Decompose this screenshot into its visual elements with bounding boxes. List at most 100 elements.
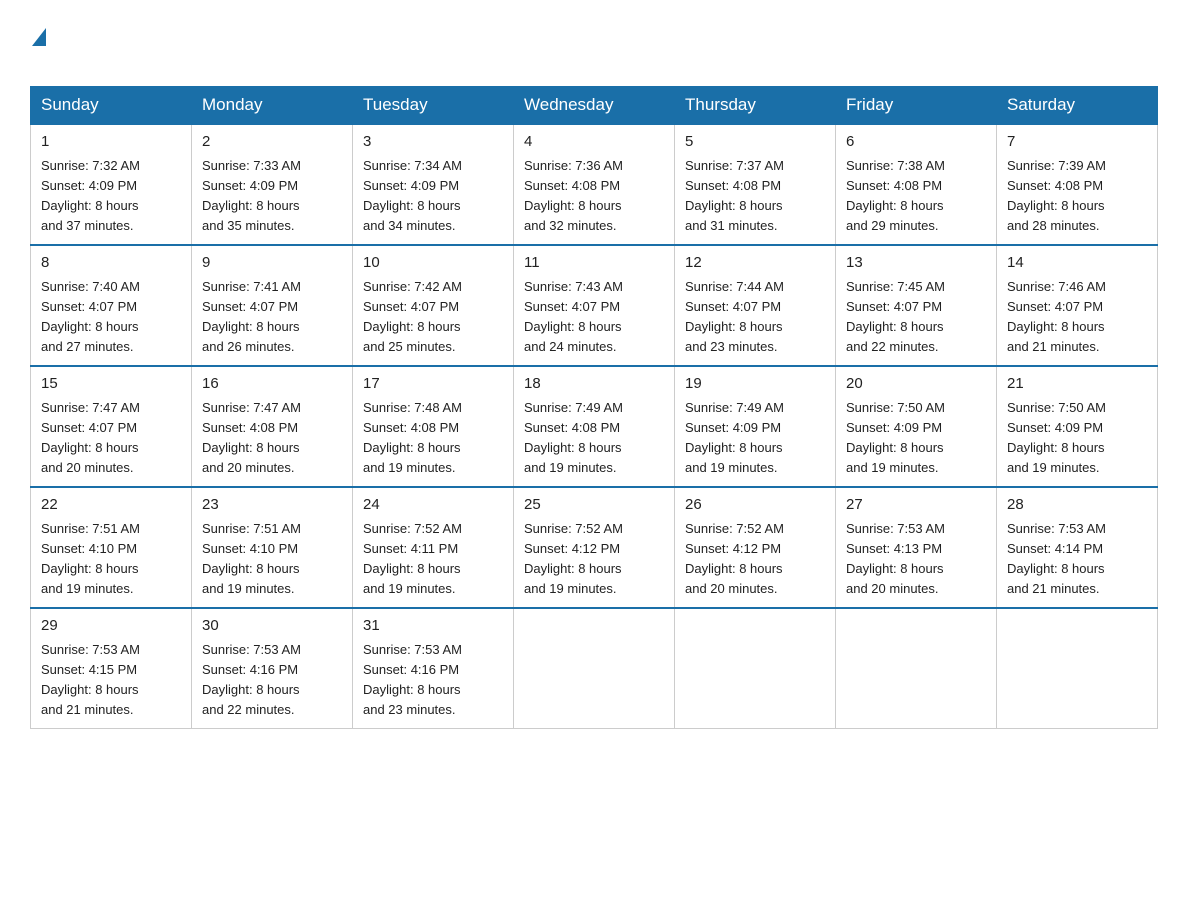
day-number: 2: [202, 131, 342, 154]
day-info: Sunrise: 7:53 AMSunset: 4:16 PMDaylight:…: [202, 642, 301, 717]
day-cell: 11 Sunrise: 7:43 AMSunset: 4:07 PMDayligh…: [514, 245, 675, 366]
day-cell: 3Sunrise: 7:34 AMSunset: 4:09 PMDaylight…: [353, 124, 514, 245]
day-info: Sunrise: 7:50 AMSunset: 4:09 PMDaylight:…: [846, 400, 945, 475]
day-info: Sunrise: 7:33 AMSunset: 4:09 PMDaylight:…: [202, 158, 301, 233]
day-cell: 15 Sunrise: 7:47 AMSunset: 4:07 PMDayligh…: [31, 366, 192, 487]
day-cell: [675, 608, 836, 729]
day-cell: 22 Sunrise: 7:51 AMSunset: 4:10 PMDayligh…: [31, 487, 192, 608]
day-cell: 7 Sunrise: 7:39 AMSunset: 4:08 PMDaylight…: [997, 124, 1158, 245]
day-number: 18: [524, 373, 664, 396]
day-number: 25: [524, 494, 664, 517]
day-cell: [514, 608, 675, 729]
day-number: 29: [41, 615, 181, 638]
day-number: 11: [524, 252, 664, 275]
day-info: Sunrise: 7:42 AMSunset: 4:07 PMDaylight:…: [363, 279, 462, 354]
day-cell: 25 Sunrise: 7:52 AMSunset: 4:12 PMDayligh…: [514, 487, 675, 608]
day-number: 4: [524, 131, 664, 154]
day-number: 19: [685, 373, 825, 396]
day-cell: 10 Sunrise: 7:42 AMSunset: 4:07 PMDayligh…: [353, 245, 514, 366]
day-info: Sunrise: 7:45 AMSunset: 4:07 PMDaylight:…: [846, 279, 945, 354]
day-number: 30: [202, 615, 342, 638]
day-info: Sunrise: 7:32 AMSunset: 4:09 PMDaylight:…: [41, 158, 140, 233]
logo-triangle-icon: [32, 28, 46, 46]
day-info: Sunrise: 7:47 AMSunset: 4:08 PMDaylight:…: [202, 400, 301, 475]
day-info: Sunrise: 7:52 AMSunset: 4:12 PMDaylight:…: [524, 521, 623, 596]
page-header: [30, 20, 1158, 76]
day-cell: 8 Sunrise: 7:40 AMSunset: 4:07 PMDaylight…: [31, 245, 192, 366]
column-header-saturday: Saturday: [997, 87, 1158, 125]
day-info: Sunrise: 7:51 AMSunset: 4:10 PMDaylight:…: [41, 521, 140, 596]
day-info: Sunrise: 7:49 AMSunset: 4:08 PMDaylight:…: [524, 400, 623, 475]
day-cell: 18 Sunrise: 7:49 AMSunset: 4:08 PMDayligh…: [514, 366, 675, 487]
day-info: Sunrise: 7:40 AMSunset: 4:07 PMDaylight:…: [41, 279, 140, 354]
day-number: 13: [846, 252, 986, 275]
day-number: 7: [1007, 131, 1147, 154]
day-cell: 12 Sunrise: 7:44 AMSunset: 4:07 PMDayligh…: [675, 245, 836, 366]
day-number: 10: [363, 252, 503, 275]
day-cell: 16 Sunrise: 7:47 AMSunset: 4:08 PMDayligh…: [192, 366, 353, 487]
day-cell: 27 Sunrise: 7:53 AMSunset: 4:13 PMDayligh…: [836, 487, 997, 608]
day-cell: 6 Sunrise: 7:38 AMSunset: 4:08 PMDaylight…: [836, 124, 997, 245]
logo: [30, 20, 48, 76]
day-number: 24: [363, 494, 503, 517]
day-info: Sunrise: 7:47 AMSunset: 4:07 PMDaylight:…: [41, 400, 140, 475]
day-cell: 21 Sunrise: 7:50 AMSunset: 4:09 PMDayligh…: [997, 366, 1158, 487]
day-cell: 4 Sunrise: 7:36 AMSunset: 4:08 PMDaylight…: [514, 124, 675, 245]
day-cell: 26Sunrise: 7:52 AMSunset: 4:12 PMDayligh…: [675, 487, 836, 608]
column-header-tuesday: Tuesday: [353, 87, 514, 125]
day-cell: 30 Sunrise: 7:53 AMSunset: 4:16 PMDayligh…: [192, 608, 353, 729]
day-number: 26: [685, 494, 825, 517]
day-number: 17: [363, 373, 503, 396]
day-info: Sunrise: 7:41 AMSunset: 4:07 PMDaylight:…: [202, 279, 301, 354]
column-header-thursday: Thursday: [675, 87, 836, 125]
day-info: Sunrise: 7:37 AMSunset: 4:08 PMDaylight:…: [685, 158, 784, 233]
day-info: Sunrise: 7:34 AMSunset: 4:09 PMDaylight:…: [363, 158, 462, 233]
day-info: Sunrise: 7:43 AMSunset: 4:07 PMDaylight:…: [524, 279, 623, 354]
day-cell: 1 Sunrise: 7:32 AMSunset: 4:09 PMDaylight…: [31, 124, 192, 245]
day-info: Sunrise: 7:44 AMSunset: 4:07 PMDaylight:…: [685, 279, 784, 354]
day-number: 16: [202, 373, 342, 396]
day-cell: 28 Sunrise: 7:53 AMSunset: 4:14 PMDayligh…: [997, 487, 1158, 608]
day-info: Sunrise: 7:53 AMSunset: 4:14 PMDaylight:…: [1007, 521, 1106, 596]
day-number: 27: [846, 494, 986, 517]
day-number: 8: [41, 252, 181, 275]
day-info: Sunrise: 7:49 AMSunset: 4:09 PMDaylight:…: [685, 400, 784, 475]
day-number: 21: [1007, 373, 1147, 396]
day-info: Sunrise: 7:50 AMSunset: 4:09 PMDaylight:…: [1007, 400, 1106, 475]
day-info: Sunrise: 7:36 AMSunset: 4:08 PMDaylight:…: [524, 158, 623, 233]
day-number: 5: [685, 131, 825, 154]
day-number: 14: [1007, 252, 1147, 275]
day-number: 15: [41, 373, 181, 396]
day-cell: [997, 608, 1158, 729]
day-info: Sunrise: 7:52 AMSunset: 4:11 PMDaylight:…: [363, 521, 462, 596]
day-info: Sunrise: 7:53 AMSunset: 4:16 PMDaylight:…: [363, 642, 462, 717]
day-info: Sunrise: 7:51 AMSunset: 4:10 PMDaylight:…: [202, 521, 301, 596]
day-number: 31: [363, 615, 503, 638]
day-number: 20: [846, 373, 986, 396]
day-number: 6: [846, 131, 986, 154]
day-cell: [836, 608, 997, 729]
day-number: 28: [1007, 494, 1147, 517]
day-cell: 13 Sunrise: 7:45 AMSunset: 4:07 PMDayligh…: [836, 245, 997, 366]
week-row-2: 8 Sunrise: 7:40 AMSunset: 4:07 PMDaylight…: [31, 245, 1158, 366]
day-cell: 5 Sunrise: 7:37 AMSunset: 4:08 PMDaylight…: [675, 124, 836, 245]
day-number: 23: [202, 494, 342, 517]
column-header-sunday: Sunday: [31, 87, 192, 125]
week-row-1: 1 Sunrise: 7:32 AMSunset: 4:09 PMDaylight…: [31, 124, 1158, 245]
day-number: 1: [41, 131, 181, 154]
day-info: Sunrise: 7:53 AMSunset: 4:15 PMDaylight:…: [41, 642, 140, 717]
day-cell: 2 Sunrise: 7:33 AMSunset: 4:09 PMDaylight…: [192, 124, 353, 245]
day-info: Sunrise: 7:39 AMSunset: 4:08 PMDaylight:…: [1007, 158, 1106, 233]
week-row-4: 22 Sunrise: 7:51 AMSunset: 4:10 PMDayligh…: [31, 487, 1158, 608]
week-row-5: 29 Sunrise: 7:53 AMSunset: 4:15 PMDayligh…: [31, 608, 1158, 729]
column-header-monday: Monday: [192, 87, 353, 125]
day-info: Sunrise: 7:38 AMSunset: 4:08 PMDaylight:…: [846, 158, 945, 233]
day-info: Sunrise: 7:46 AMSunset: 4:07 PMDaylight:…: [1007, 279, 1106, 354]
day-info: Sunrise: 7:48 AMSunset: 4:08 PMDaylight:…: [363, 400, 462, 475]
column-header-friday: Friday: [836, 87, 997, 125]
day-cell: 24 Sunrise: 7:52 AMSunset: 4:11 PMDayligh…: [353, 487, 514, 608]
day-number: 12: [685, 252, 825, 275]
day-info: Sunrise: 7:53 AMSunset: 4:13 PMDaylight:…: [846, 521, 945, 596]
day-number: 22: [41, 494, 181, 517]
calendar-header-row: SundayMondayTuesdayWednesdayThursdayFrid…: [31, 87, 1158, 125]
